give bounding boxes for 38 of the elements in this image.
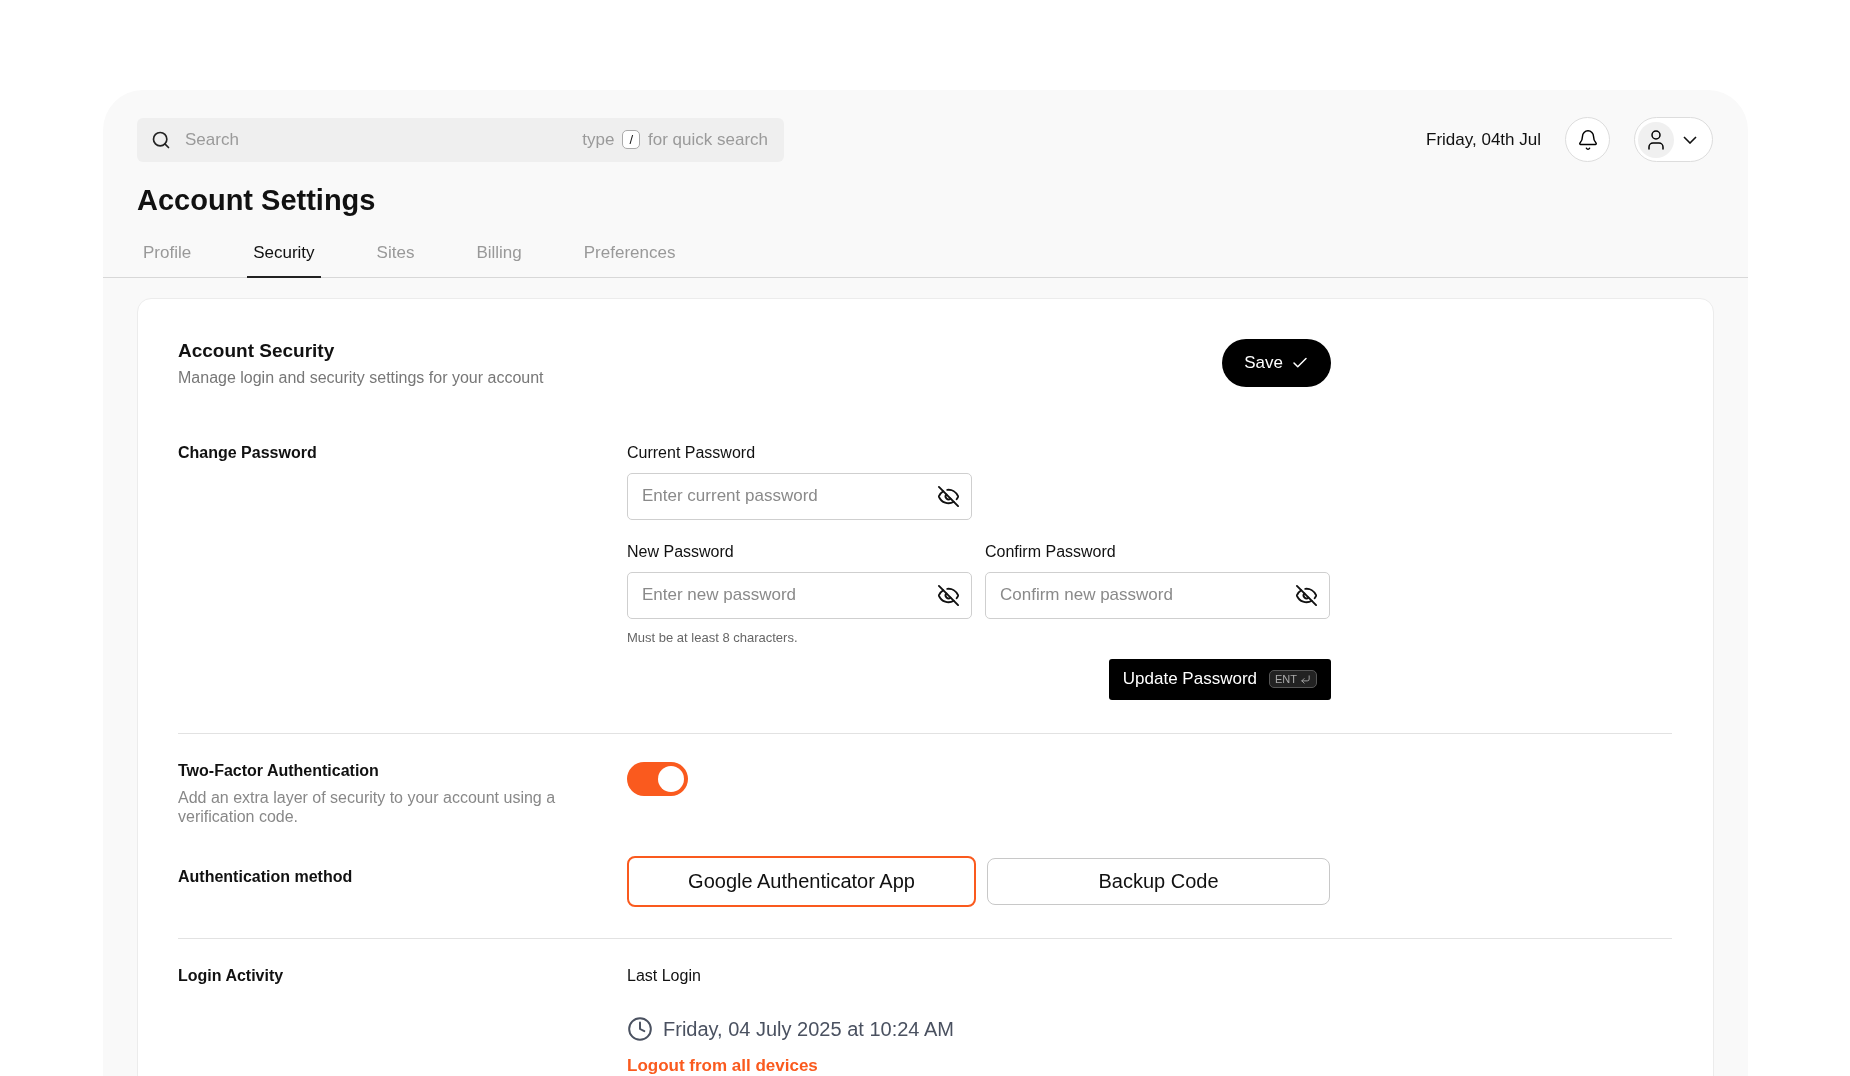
eye-off-icon[interactable] (937, 583, 960, 607)
eye-off-icon[interactable] (937, 484, 960, 508)
password-field[interactable]: Confirm new password (985, 571, 1330, 619)
last-login-time: Friday, 04 July 2025 at 10:24 AM (663, 1017, 954, 1041)
method-option[interactable]: Google Authenticator App (627, 856, 976, 908)
section-title: Account Security (178, 340, 336, 362)
chevron-down-icon (1683, 135, 1697, 144)
search-icon (151, 129, 171, 150)
notifications-button[interactable] (1565, 117, 1610, 162)
field-label: Current Password (627, 443, 757, 462)
row-description: Add an extra layer of security to your account using a verification code. (178, 787, 557, 827)
field-label: Confirm Password (985, 542, 1117, 561)
search-hint: type (582, 129, 615, 150)
enter-key-badge: ENT (1269, 670, 1317, 689)
user-menu-button[interactable] (1634, 117, 1713, 162)
password-field[interactable]: Enter current password (627, 472, 972, 520)
tab[interactable]: Security (247, 235, 321, 278)
section-subtitle: Manage login and security settings for your account (178, 368, 544, 388)
date-text: Friday, 04th Jul (1426, 129, 1541, 150)
row-label: Login Activity (178, 967, 285, 987)
eye-off-icon[interactable] (1295, 583, 1318, 607)
row-label: Two-Factor Authentication (178, 761, 380, 780)
field-label: Last Login (627, 967, 701, 986)
shortcut-key: / (622, 130, 640, 149)
bell-icon (1576, 128, 1599, 151)
toggle-switch[interactable] (627, 761, 688, 796)
save-button[interactable]: Save (1222, 339, 1331, 387)
enter-icon (1300, 673, 1311, 685)
row-label: Change Password (178, 443, 318, 463)
update-password-button[interactable]: Update Password ENT (1108, 658, 1331, 700)
search-hint: for quick search (648, 129, 768, 150)
clock-icon (627, 1016, 653, 1043)
field-label: New Password (627, 542, 735, 561)
method-option[interactable]: Backup Code (987, 858, 1330, 906)
row-label: Authentication method (178, 868, 354, 887)
hint-text: Must be at least 8 characters. (627, 629, 799, 645)
page-title: Account Settings (137, 184, 377, 217)
password-field[interactable]: Enter new password (627, 571, 972, 619)
